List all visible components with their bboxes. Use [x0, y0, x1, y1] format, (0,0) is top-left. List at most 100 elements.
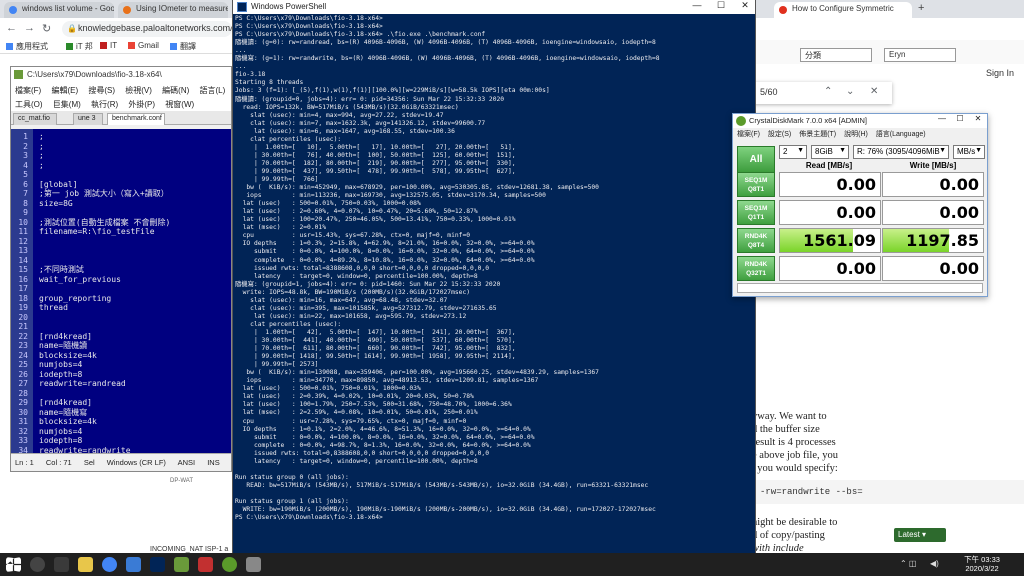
eryn-button[interactable]: Eryn [884, 48, 956, 62]
back-icon[interactable]: ← [6, 22, 17, 34]
test-button[interactable]: RND4K Q8T4 [737, 228, 775, 253]
notepad-titlebar[interactable]: C:\Users\x79\Downloads\fio-3.18-x64\ [11, 67, 231, 83]
browser-tab-paloalto[interactable]: How to Configure Symmetric [774, 2, 912, 18]
powershell-icon[interactable] [150, 557, 165, 572]
console-line: PS C:\Users\x79\Downloads\fio-3.18-x64> [235, 15, 383, 22]
close-icon[interactable]: ✕ [870, 86, 878, 97]
task-view-icon[interactable] [54, 557, 69, 572]
cdm-titlebar[interactable]: CrystalDiskMark 7.0.0 x64 [ADMIN] — ☐ ✕ [733, 114, 987, 128]
edge-icon[interactable] [126, 557, 141, 572]
bookmark-translate[interactable]: 翻譯 [170, 41, 196, 52]
app-icon[interactable] [198, 557, 213, 572]
forward-icon[interactable]: → [24, 22, 35, 34]
console-line: 隨機寫: (groupid=1, jobs=4): err= 0: pid=14… [235, 280, 501, 288]
crystaldiskmark-window: CrystalDiskMark 7.0.0 x64 [ADMIN] — ☐ ✕ … [732, 113, 988, 297]
console-line: | 30.00th=[ 441], 40.00th=[ 490], 50.00t… [235, 337, 516, 344]
notepad-icon[interactable] [174, 557, 189, 572]
console-line: Run status group 0 (all jobs): [235, 473, 349, 481]
volume-icon[interactable]: ◀) [930, 559, 939, 568]
bookmark-it[interactable]: IT [100, 41, 117, 50]
chrome-icon[interactable] [102, 557, 117, 572]
menu-view[interactable]: 檢視(V) [125, 86, 152, 95]
console-line: write: IOPS=48.8k, BW=190MiB/s (200MB/s)… [235, 288, 471, 296]
paloalto-icon [779, 6, 787, 14]
sign-in-link[interactable]: Sign In [986, 68, 1014, 78]
code-editor[interactable]: 1; 2; 3; 4; 5 6 [global] 7 ;第一 job 測試大小（寫入+讀取） 8 s… [11, 129, 231, 455]
address-bar[interactable]: 🔒 knowledgebase.paloaltonetworks.com/KCS [62, 21, 232, 37]
console-line: latency : target=0, window=0, percentile… [235, 457, 478, 465]
bookmark-gmail[interactable]: Gmail [128, 41, 159, 50]
latest-version-button[interactable]: Latest ▾ [894, 528, 946, 542]
menu-theme[interactable]: 佈景主題(T) [799, 131, 836, 138]
minimize-icon[interactable]: — [685, 0, 709, 14]
console-line: | 30.00th=[ 76], 40.00th=[ 100], 50.00th… [235, 151, 516, 159]
console-line: IO depths : 1=0.3%, 2=15.8%, 4=62.9%, 8=… [235, 240, 535, 248]
test-button[interactable]: SEQ1M Q8T1 [737, 172, 775, 197]
comment-field[interactable] [737, 283, 983, 293]
test-size-select[interactable]: 8GiB ▼ [811, 145, 849, 159]
close-icon[interactable]: ✕ [733, 0, 757, 14]
search-icon[interactable] [30, 557, 45, 572]
console-line: ... [235, 63, 247, 71]
menu-search[interactable]: 搜尋(S) [88, 86, 115, 95]
menu-help[interactable]: 說明(H) [844, 131, 868, 138]
test-button[interactable]: RND4K Q32T1 [737, 256, 775, 281]
console-line: bw ( KiB/s): min=452949, max=678929, per… [235, 184, 599, 192]
incoming-nat-label: INCOMING_NAT ISP-1 a [150, 546, 229, 553]
file-explorer-icon[interactable] [78, 557, 93, 572]
menu-window[interactable]: 視窗(W) [165, 100, 194, 109]
run-all-button[interactable]: All [737, 146, 775, 174]
article-line: night be desirable to [752, 517, 838, 528]
category-button[interactable]: 分類 [800, 48, 872, 62]
write-result-cell: 1197.85 [882, 228, 984, 253]
chevron-up-icon[interactable]: ⌃ [824, 86, 832, 97]
menu-edit[interactable]: 編輯(E) [51, 86, 78, 95]
menu-language[interactable]: 語言(L) [200, 86, 226, 95]
translate-icon [170, 43, 177, 50]
menu-tools[interactable]: 工具(O) [15, 100, 43, 109]
console-output[interactable]: PS C:\Users\x79\Downloads\fio-3.18-x64> P… [233, 14, 757, 556]
gmail-icon [128, 42, 135, 49]
console-line: lat (usec): min=22, max=101658, avg=595.… [235, 312, 467, 320]
menu-plugins[interactable]: 外掛(P) [128, 100, 155, 109]
console-line: issued rwts: total=0,8388608,0,0 short=0… [235, 449, 490, 457]
minimize-icon[interactable]: — [933, 114, 951, 128]
console-line: READ: bw=517MiB/s (543MB/s), 517MiB/s-51… [235, 481, 649, 489]
network-icon[interactable]: ⌃ ◫ [900, 559, 916, 568]
maximize-icon[interactable]: ☐ [951, 114, 969, 128]
console-line: iops : min=113236, max=169730, avg=13257… [235, 192, 546, 200]
article-line: d the buffer size [752, 424, 820, 435]
tab-une3[interactable]: une 3 [73, 113, 103, 125]
menu-encoding[interactable]: 編碼(N) [162, 86, 189, 95]
browser-tab-iometer[interactable]: Using IOmeter to measure cl [118, 2, 228, 18]
powershell-titlebar[interactable]: Windows PowerShell — ☐ ✕ [233, 0, 755, 14]
console-line: lat (usec) : 500=0.01%, 750=0.01%, 1000=… [235, 385, 421, 393]
new-tab-icon[interactable]: + [918, 2, 924, 14]
system-clock[interactable]: 下午 03:33 2020/3/22 [956, 555, 1008, 573]
console-line: lat (usec) : 2=0.60%, 4=0.07%, 10=0.47%,… [235, 208, 478, 216]
unit-select[interactable]: MB/s ▼ [953, 145, 985, 159]
tab-benchmark-conf[interactable]: benchmark.conf [107, 113, 165, 125]
test-button[interactable]: SEQ1M Q1T1 [737, 200, 775, 225]
browser-tab-google[interactable]: windows list volume - Google [4, 2, 114, 18]
close-icon[interactable]: ✕ [969, 114, 987, 128]
crystaldiskmark-icon[interactable] [222, 557, 237, 572]
chevron-down-icon[interactable]: ⌄ [846, 86, 854, 97]
menu-settings[interactable]: 設定(S) [768, 131, 791, 138]
menu-language[interactable]: 語言(Language) [876, 131, 926, 138]
menu-run[interactable]: 執行(R) [91, 100, 118, 109]
maximize-icon[interactable]: ☐ [709, 0, 733, 14]
tab-cc-mat[interactable]: cc_mat.fio [13, 113, 57, 125]
console-line: 隨機讀: (g=0): rw=randread, bs=(R) 4096B-40… [235, 39, 656, 47]
menu-macro[interactable]: 巨集(M) [53, 100, 81, 109]
menu-file[interactable]: 檔案(F) [15, 86, 41, 95]
reload-icon[interactable]: ↻ [42, 22, 51, 35]
bookmark-apps[interactable]: 應用程式 [6, 41, 48, 52]
bookmark-ithome[interactable]: iT 邦 [66, 41, 93, 52]
windows-start-icon[interactable] [6, 557, 21, 572]
drive-select[interactable]: R: 76% (3095/4096MiB ▼ [853, 145, 949, 159]
console-line: lat (usec) : 2=0.39%, 4=0.02%, 10=0.01%,… [235, 393, 474, 401]
app-icon[interactable] [246, 557, 261, 572]
menu-file[interactable]: 檔案(F) [737, 131, 760, 138]
test-count-select[interactable]: 2 ▼ [779, 145, 807, 159]
